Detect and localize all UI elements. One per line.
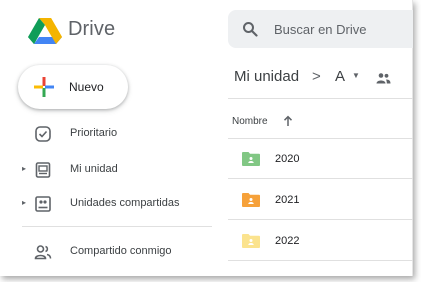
folder-name: 2020	[275, 153, 300, 165]
breadcrumb-root[interactable]: Mi unidad	[234, 68, 299, 85]
search-icon[interactable]	[242, 21, 258, 37]
shared-folder-icon	[242, 234, 260, 248]
breadcrumb: Mi unidad > A ▼	[234, 67, 414, 89]
header-divider	[228, 98, 413, 99]
table-row[interactable]: 2022	[228, 221, 413, 261]
drive-logo-icon[interactable]	[28, 18, 62, 44]
folder-name: 2021	[275, 194, 300, 206]
caret-right-icon[interactable]: ▸	[22, 198, 26, 207]
search-input[interactable]: Buscar en Drive	[274, 22, 366, 37]
column-header-name[interactable]: Nombre	[232, 116, 268, 127]
shared-folder-icon	[242, 193, 260, 207]
breadcrumb-separator: >	[312, 68, 321, 85]
my-drive-icon	[35, 162, 51, 178]
drive-window: Drive Buscar en Drive Nuevo Prioritario …	[0, 0, 413, 276]
shared-folder-icon	[242, 152, 260, 166]
table-row[interactable]: 2021	[228, 180, 413, 220]
sort-arrow-up-icon[interactable]	[283, 115, 293, 127]
shared-drives-icon	[35, 196, 51, 212]
sidebar-item-label: Mi unidad	[70, 163, 118, 175]
plus-icon	[34, 77, 54, 97]
people-icon[interactable]	[376, 72, 391, 84]
shared-with-me-icon	[34, 245, 52, 260]
app-name[interactable]: Drive	[68, 18, 115, 41]
search-bar[interactable]: Buscar en Drive	[228, 10, 413, 48]
sidebar-item-mi-unidad[interactable]: ▸ Mi unidad	[0, 157, 210, 183]
new-button[interactable]: Nuevo	[18, 65, 128, 109]
priority-check-icon	[35, 126, 51, 142]
chevron-down-icon[interactable]: ▼	[352, 71, 360, 80]
breadcrumb-current[interactable]: A	[335, 68, 345, 85]
sidebar-item-label: Unidades compartidas	[70, 197, 180, 209]
table-row[interactable]: 2020	[228, 139, 413, 179]
sidebar-item-unidades-compartidas[interactable]: ▸ Unidades compartidas	[0, 191, 210, 217]
sidebar-item-compartido-conmigo[interactable]: Compartido conmigo	[0, 239, 210, 265]
caret-right-icon[interactable]: ▸	[22, 164, 26, 173]
sidebar-divider	[22, 226, 212, 227]
new-button-label: Nuevo	[69, 80, 104, 94]
sidebar-item-prioritario[interactable]: Prioritario	[0, 121, 210, 147]
sidebar-item-label: Prioritario	[70, 127, 118, 139]
sidebar-item-label: Compartido conmigo	[70, 245, 172, 257]
folder-name: 2022	[275, 235, 300, 247]
